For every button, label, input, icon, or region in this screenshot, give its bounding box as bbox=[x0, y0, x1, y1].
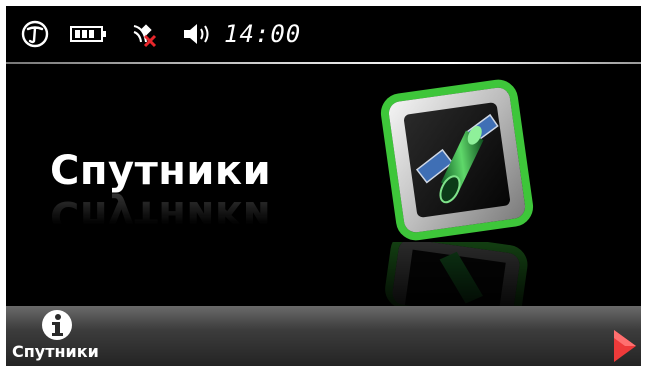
page-title-reflection: Спутники bbox=[50, 192, 272, 238]
play-arrow-icon[interactable] bbox=[612, 328, 638, 364]
bottom-label: Спутники bbox=[12, 342, 99, 361]
page-title: Спутники bbox=[50, 148, 272, 194]
main-panel: Спутники Спутники bbox=[6, 64, 641, 322]
status-bar: 14:00 bbox=[6, 6, 641, 62]
satellite-signal-icon[interactable] bbox=[130, 20, 160, 48]
gps-logo-icon[interactable] bbox=[20, 19, 50, 49]
volume-icon[interactable] bbox=[182, 21, 216, 47]
bottom-bar: Спутники bbox=[6, 306, 641, 366]
info-icon[interactable] bbox=[40, 308, 74, 342]
battery-icon bbox=[70, 26, 106, 42]
device-screen: 14:00 Спутники Спутники Спутники bbox=[6, 6, 641, 366]
satellite-icon[interactable] bbox=[378, 76, 536, 244]
clock: 14:00 bbox=[224, 20, 302, 48]
